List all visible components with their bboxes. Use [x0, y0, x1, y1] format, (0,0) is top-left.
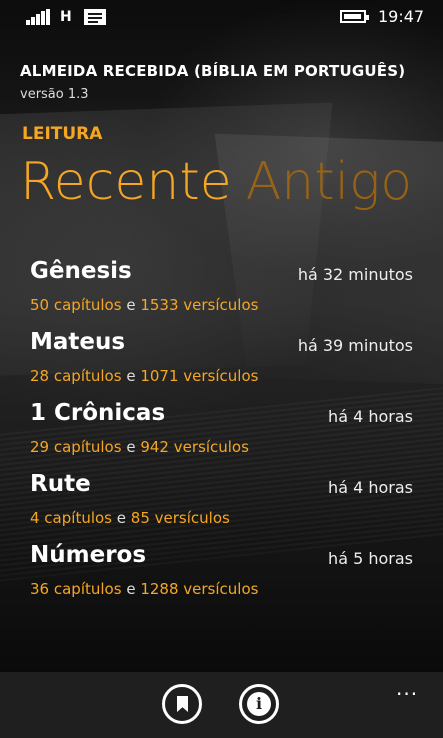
book-name: Gênesis	[30, 258, 132, 284]
book-name: Números	[30, 542, 147, 568]
section-title: LEITURA	[22, 124, 103, 144]
app-title: ALMEIDA RECEBIDA (BÍBLIA EM PORTUGUÊS)	[20, 62, 406, 80]
book-stats: 50 capítulos e 1533 versículos	[30, 296, 258, 314]
stats-connector: e	[126, 367, 136, 385]
more-icon[interactable]: ...	[396, 676, 418, 700]
book-name: Rute	[30, 471, 91, 497]
status-bar: H 19:47	[0, 0, 443, 36]
app-bar: i ...	[0, 672, 443, 738]
chapter-count: 4 capítulos	[30, 509, 112, 527]
list-item[interactable]: Rute há 4 horas 4 capítulos e 85 versícu…	[30, 471, 420, 542]
stats-connector: e	[126, 296, 136, 314]
book-name: Mateus	[30, 329, 126, 355]
book-stats: 36 capítulos e 1288 versículos	[30, 580, 258, 598]
info-icon: i	[247, 692, 271, 716]
message-icon	[84, 9, 106, 25]
verse-count: 1071 versículos	[140, 367, 259, 385]
last-read-time: há 4 horas	[328, 478, 413, 497]
bookmark-button[interactable]	[162, 684, 202, 724]
book-stats: 29 capítulos e 942 versículos	[30, 438, 249, 456]
list-item[interactable]: 1 Crônicas há 4 horas 29 capítulos e 942…	[30, 400, 420, 471]
recent-list: Gênesis há 32 minutos 50 capítulos e 153…	[30, 258, 420, 613]
info-button[interactable]: i	[239, 684, 279, 724]
last-read-time: há 4 horas	[328, 407, 413, 426]
stats-connector: e	[116, 509, 127, 527]
chapter-count: 29 capítulos	[30, 438, 122, 456]
last-read-time: há 5 horas	[328, 549, 413, 568]
chapter-count: 28 capítulos	[30, 367, 122, 385]
list-item[interactable]: Números há 5 horas 36 capítulos e 1288 v…	[30, 542, 420, 613]
verse-count: 942 versículos	[140, 438, 249, 456]
book-stats: 4 capítulos e 85 versículos	[30, 509, 230, 527]
bookmark-icon	[177, 696, 188, 712]
last-read-time: há 32 minutos	[297, 265, 413, 284]
signal-icon	[26, 9, 50, 25]
verse-count: 1288 versículos	[140, 580, 259, 598]
chapter-count: 36 capítulos	[30, 580, 122, 598]
stats-connector: e	[126, 580, 136, 598]
chapter-count: 50 capítulos	[30, 296, 122, 314]
verse-count: 1533 versículos	[140, 296, 259, 314]
stats-connector: e	[126, 438, 136, 456]
list-item[interactable]: Mateus há 39 minutos 28 capítulos e 1071…	[30, 329, 420, 400]
list-item[interactable]: Gênesis há 32 minutos 50 capítulos e 153…	[30, 258, 420, 329]
network-type: H	[60, 9, 72, 25]
app-version: versão 1.3	[20, 87, 89, 102]
last-read-time: há 39 minutos	[297, 336, 413, 355]
verse-count: 85 versículos	[130, 509, 230, 527]
status-time: 19:47	[378, 7, 425, 26]
book-name: 1 Crônicas	[30, 400, 166, 426]
pivot-header: Recente Antigo	[20, 152, 412, 212]
pivot-old-tab[interactable]: Antigo	[246, 152, 412, 212]
pivot-recent-tab[interactable]: Recente	[20, 152, 232, 212]
battery-icon	[340, 10, 369, 23]
book-stats: 28 capítulos e 1071 versículos	[30, 367, 258, 385]
